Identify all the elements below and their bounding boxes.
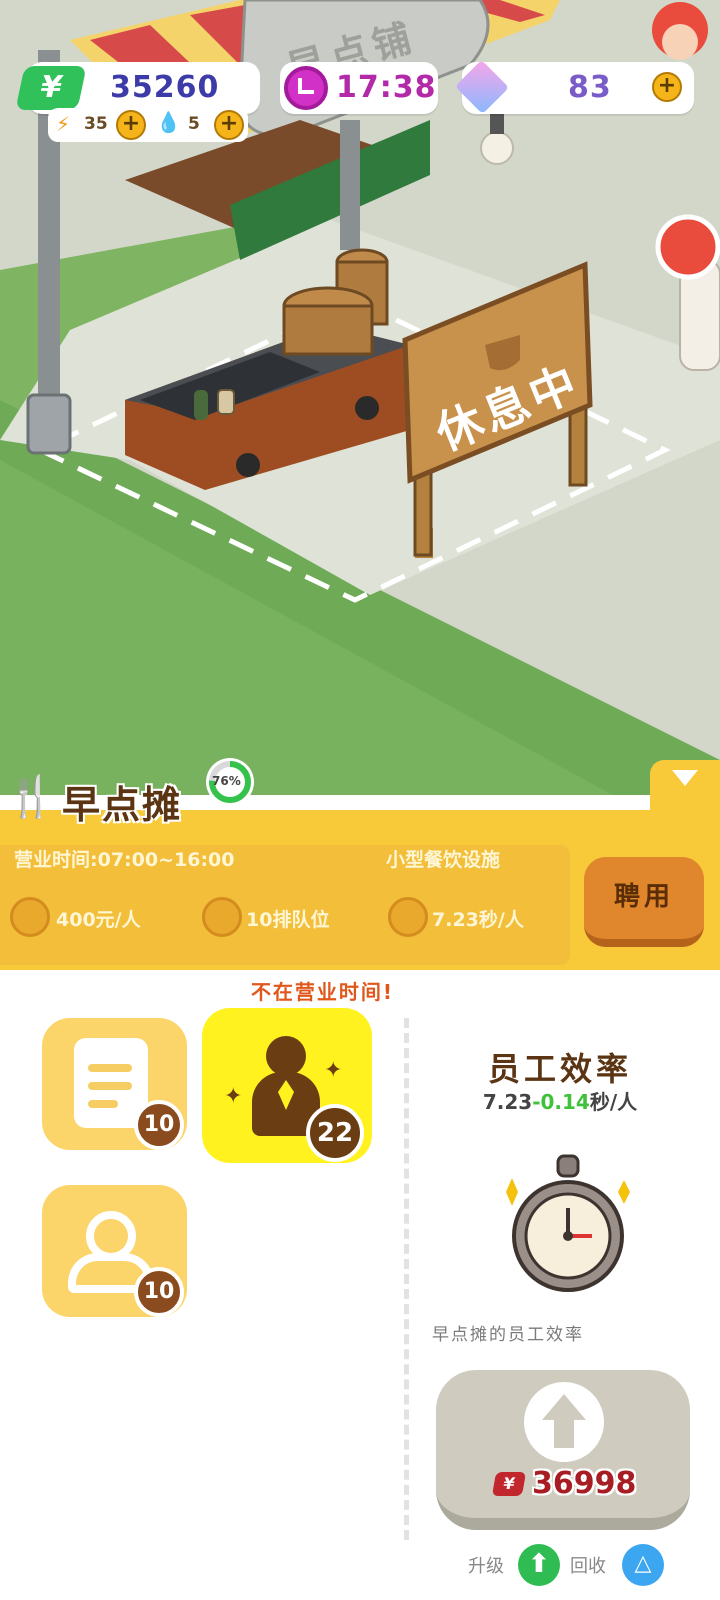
queue-slots: 10排队位 [246, 909, 330, 931]
progress-label: 76% [212, 774, 241, 788]
time-display: 17:38 [280, 62, 438, 114]
add-gems-button[interactable]: + [652, 72, 682, 102]
hire-button[interactable]: 聘用 [584, 857, 704, 947]
upgrade-cost: 36998 [532, 1466, 637, 1501]
recycle-legend-label: 回收 [570, 1556, 606, 1577]
staff-badge: 22 [306, 1104, 364, 1162]
red-event-button[interactable] [658, 217, 718, 277]
hire-button-label: 聘用 [613, 882, 674, 912]
energy-icon: ⚡ [56, 112, 71, 136]
upgrade-button[interactable]: ¥ 36998 [436, 1370, 690, 1530]
price-upgrade-icon [10, 897, 50, 937]
add-water-button[interactable]: + [214, 110, 244, 140]
collapse-tab[interactable] [650, 760, 720, 810]
menu-tile[interactable]: 10 [42, 1018, 187, 1150]
efficiency-bonus: -0.14 [532, 1090, 590, 1114]
gem-counter[interactable]: 83 + [454, 59, 694, 115]
efficiency-unit: 秒/人 [589, 1090, 638, 1114]
energy-value: 35 [84, 114, 108, 134]
water-icon: 💧 [156, 110, 181, 134]
money-icon: ¥ [15, 66, 87, 110]
gem-value: 83 [568, 70, 612, 105]
facility-info-card: 营业时间:07:00~16:00 小型餐饮设施 400元/人 10排队位 7.2… [0, 845, 570, 965]
facility-category: 小型餐饮设施 [386, 849, 501, 871]
customers-badge: 10 [134, 1267, 184, 1317]
closed-notice: 不在营业时间! [250, 980, 395, 1004]
panel-divider [404, 1018, 409, 1540]
service-speed: 7.23秒/人 [432, 909, 524, 931]
sparkle-icon: ✦ [224, 1084, 243, 1109]
speed-upgrade-icon [388, 897, 428, 937]
resource-bar: ⚡ 35 + 💧 5 + [48, 108, 248, 142]
chevron-down-icon [672, 770, 698, 786]
add-energy-button[interactable]: + [116, 110, 146, 140]
clock-icon [284, 66, 328, 110]
efficiency-value-row: 7.23-0.14秒/人 [420, 1086, 700, 1115]
stopwatch-icon [506, 1154, 630, 1292]
efficiency-base: 7.23 [482, 1090, 533, 1114]
gem-icon [454, 59, 510, 115]
currency-icon: ¥ [491, 1472, 527, 1496]
opening-hours: 营业时间:07:00~16:00 [14, 849, 235, 871]
efficiency-title: 员工效率 [487, 1050, 632, 1088]
fork-knife-icon: 🍴 [6, 774, 56, 820]
staff-tile[interactable]: ✦ ✦ 22 [202, 1008, 372, 1163]
sparkle-icon: ✦ [324, 1058, 343, 1083]
time-value: 17:38 [336, 70, 437, 105]
customers-tile[interactable]: 10 [42, 1185, 187, 1317]
upgrade-legend-label: 升级 [468, 1556, 504, 1577]
efficiency-caption: 早点摊的员工效率 [432, 1325, 584, 1345]
facility-name: 早点摊 [62, 783, 183, 827]
price-per-customer: 400元/人 [56, 909, 141, 931]
menu-badge: 10 [134, 1100, 184, 1150]
arrow-up-icon [524, 1382, 604, 1462]
queue-upgrade-icon [202, 897, 242, 937]
upgrade-legend-icon: ⬆ [518, 1544, 560, 1586]
money-value: 35260 [110, 70, 220, 105]
facility-title-bar: 🍴 早点摊 76% [0, 758, 270, 828]
money-counter[interactable]: ¥ 35260 [15, 62, 260, 114]
water-value: 5 [188, 114, 200, 134]
recycle-legend-icon: △ [622, 1544, 664, 1586]
